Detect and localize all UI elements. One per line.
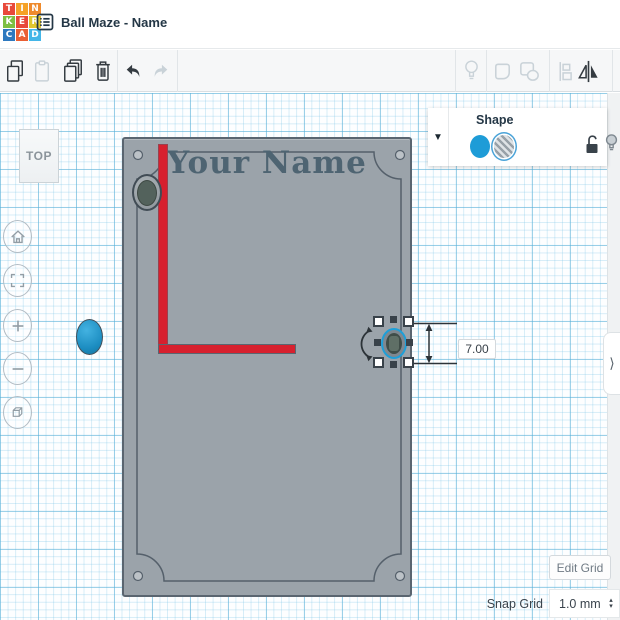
tinkercad-app: TINKERCAD Ball Maze - Name ⟩ TOP Your Na… [0, 0, 620, 620]
properties-list-icon[interactable] [36, 13, 54, 31]
scale-handle-top[interactable] [390, 316, 397, 323]
shape-panel-title: Shape [476, 113, 514, 127]
fit-view-icon [10, 273, 25, 288]
scale-handle-bottom-right[interactable] [403, 357, 414, 368]
toolbar-separator [549, 50, 550, 92]
scale-handle-left[interactable] [374, 339, 381, 346]
logo-tile: T [3, 3, 15, 15]
panel-collapse-button[interactable]: ▼ [428, 108, 449, 166]
panel-expand-tab[interactable]: ⟩ [603, 332, 620, 395]
logo-tile: E [16, 16, 28, 28]
delete-icon[interactable] [90, 55, 116, 87]
ball-hole-cavity [137, 180, 157, 206]
toolbar-separator [486, 50, 487, 92]
title-bar: TINKERCAD Ball Maze - Name [0, 0, 620, 49]
selected-hole-core [389, 336, 399, 351]
toolbar-separator [117, 50, 118, 92]
edit-grid-button[interactable]: Edit Grid [549, 555, 611, 580]
triangle-down-icon: ▼ [433, 131, 443, 143]
scale-handle-bottom[interactable] [390, 361, 397, 368]
perspective-box-icon [12, 407, 23, 417]
duplicate-icon[interactable] [60, 55, 86, 87]
dropdown-arrows-icon: ▴ ▾ [609, 596, 613, 610]
toolbar-separator [177, 50, 178, 92]
maze-wall-vertical[interactable] [158, 144, 168, 346]
plus-icon [12, 320, 23, 331]
logo-tile: A [16, 29, 28, 41]
align-icon[interactable] [551, 55, 577, 87]
view-cube-label: TOP [26, 149, 52, 163]
group-icon[interactable] [489, 55, 515, 87]
snap-grid-label: Snap Grid [486, 597, 543, 611]
ungroup-icon[interactable] [516, 55, 542, 87]
shape-inspector-panel: ▼ Shape [428, 108, 618, 166]
scale-handle-top-right[interactable] [403, 316, 414, 327]
fit-view-button[interactable] [3, 264, 32, 297]
mirror-icon[interactable] [575, 55, 601, 87]
toolbar-separator [455, 50, 456, 92]
scale-handle-bottom-left[interactable] [373, 357, 384, 368]
zoom-out-button[interactable] [3, 352, 32, 385]
edit-grid-label: Edit Grid [556, 560, 604, 575]
show-all-bulb-icon[interactable] [458, 55, 484, 87]
view-cube[interactable]: TOP [19, 129, 59, 183]
document-title: Ball Maze - Name [61, 15, 168, 30]
visibility-bulb-icon[interactable] [605, 133, 618, 156]
paste-icon[interactable] [29, 55, 55, 87]
home-view-button[interactable] [3, 220, 32, 253]
undo-icon[interactable] [120, 55, 146, 87]
logo-tile: C [3, 29, 15, 41]
ball-sphere-object[interactable] [76, 319, 103, 355]
dimension-value-field[interactable]: 7.00 [458, 339, 496, 359]
snap-grid-value: 1.0 mm [559, 596, 601, 611]
rotate-handle-icon[interactable] [357, 326, 373, 362]
toolbar-separator [612, 50, 613, 92]
minus-icon [12, 367, 23, 370]
toolbar [0, 50, 620, 92]
solid-color-swatch[interactable] [470, 135, 490, 158]
zoom-in-button[interactable] [3, 309, 32, 342]
snap-grid-dropdown[interactable]: 1.0 mm ▴ ▾ [549, 589, 620, 618]
home-icon [10, 229, 25, 243]
copy-icon[interactable] [2, 55, 28, 87]
shape-panel-body: Shape [449, 108, 618, 166]
chevron-right-icon: ⟩ [609, 355, 615, 371]
redo-icon[interactable] [148, 55, 174, 87]
scale-handle-top-left[interactable] [373, 316, 384, 327]
maze-wall-horizontal[interactable] [158, 344, 296, 354]
logo-tile: I [16, 3, 28, 15]
perspective-toggle-button[interactable] [3, 396, 32, 429]
name-text-object[interactable]: Your Name [142, 145, 392, 181]
logo-tile: K [3, 16, 15, 28]
lock-icon[interactable] [585, 135, 600, 154]
hole-swatch-selected[interactable] [494, 135, 514, 158]
